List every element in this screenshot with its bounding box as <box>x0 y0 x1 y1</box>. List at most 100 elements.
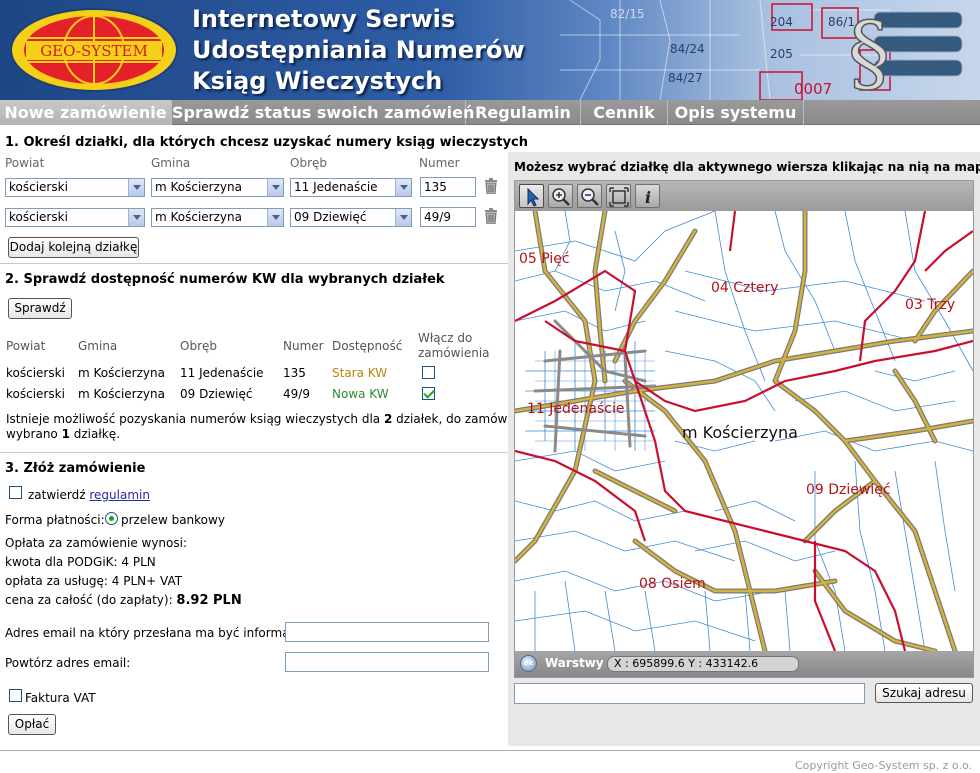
svg-text:§: § <box>848 4 890 96</box>
chevron-down-icon <box>267 209 283 226</box>
numer-input[interactable]: 49/9 <box>420 207 476 227</box>
col-header-powiat: Powiat <box>6 339 46 353</box>
accept-terms-label: zatwierdź regulamin <box>28 488 150 502</box>
regulamin-link[interactable]: regulamin <box>89 488 150 502</box>
precinct-label-03: 03 Trzy <box>905 297 955 313</box>
total-price: cena za całość (do zapłaty): 8.92 PLN <box>5 593 242 608</box>
cell-powiat: kościerski <box>6 366 65 380</box>
gmina-select[interactable]: m Kościerzyna <box>151 208 284 227</box>
cell-numer: 135 <box>283 366 306 380</box>
precinct-label-05: 05 Pięć <box>519 251 570 267</box>
col-header-obreb: Obręb <box>290 156 327 170</box>
include-checkbox[interactable] <box>422 387 435 400</box>
trash-icon[interactable] <box>484 208 498 224</box>
info-icon: i <box>645 188 651 207</box>
cell-obreb: 09 Dziewięć <box>180 387 253 401</box>
tab-order-status[interactable]: Sprawdź status swoich zamówień <box>172 100 474 125</box>
accept-terms-checkbox[interactable] <box>9 486 22 499</box>
include-checkbox[interactable] <box>422 366 435 379</box>
chevron-down-icon <box>267 179 283 196</box>
zoom-in-button[interactable] <box>548 184 573 208</box>
pay-button[interactable]: Opłać <box>8 714 56 735</box>
powiat-select[interactable]: kościerski <box>5 208 145 227</box>
confirm-label: zatwierdź <box>28 488 86 502</box>
select-value: m Kościerzyna <box>155 180 242 194</box>
select-value: 11 Jedenaście <box>294 180 378 194</box>
cell-obreb: 11 Jedenaście <box>180 366 264 380</box>
divider <box>0 263 508 264</box>
pointer-tool-button[interactable] <box>519 184 544 208</box>
col-header-include: zamówienia <box>418 346 490 360</box>
chevron-down-icon <box>395 209 411 226</box>
cell-gmina: m Kościerzyna <box>78 366 165 380</box>
numer-input[interactable]: 135 <box>420 177 476 197</box>
total-label: cena za całość (do zapłaty): <box>5 593 177 607</box>
obreb-select[interactable]: 09 Dziewięć <box>290 208 412 227</box>
info-button[interactable]: i <box>635 184 660 208</box>
summary-count: 1 <box>61 427 70 441</box>
powiat-select[interactable]: kościerski <box>5 178 145 197</box>
copyright-text: Copyright Geo-System sp. z o.o. <box>795 759 972 772</box>
map-hint: Możesz wybrać działkę dla aktywnego wier… <box>514 160 980 174</box>
zoom-out-icon <box>581 188 599 206</box>
gmina-select[interactable]: m Kościerzyna <box>151 178 284 197</box>
full-extent-button[interactable] <box>606 184 631 208</box>
full-extent-icon <box>609 187 629 207</box>
map-panel: Możesz wybrać działkę dla aktywnego wier… <box>508 152 980 746</box>
fee-service: opłata za usługę: 4 PLN+ VAT <box>5 574 183 588</box>
bg-number: 82/15 <box>610 7 645 21</box>
summary-text: Istnieje możliwość pozyskania numerów ks… <box>6 412 384 426</box>
main-nav: Nowe zamówienie Sprawdź status swoich za… <box>0 100 980 125</box>
footer-divider <box>0 750 980 751</box>
tab-cennik[interactable]: Cennik <box>581 100 668 125</box>
email-label: Adres email na który przesłana ma być in… <box>5 626 311 640</box>
zoom-out-button[interactable] <box>577 184 602 208</box>
obreb-select[interactable]: 11 Jedenaście <box>290 178 412 197</box>
email-repeat-label: Powtórz adres email: <box>5 656 131 670</box>
search-address-button[interactable]: Szukaj adresu <box>875 683 973 703</box>
col-header-gmina: Gmina <box>78 339 118 353</box>
col-header-powiat: Powiat <box>5 156 45 170</box>
step3-title: 3. Złóż zamówienie <box>5 461 146 476</box>
col-header-numer: Numer <box>419 156 460 170</box>
page-title: Internetowy Serwis Udostępniania Numerów… <box>192 4 572 97</box>
precinct-label-09: 09 Dziewięć <box>806 482 891 498</box>
tab-system-description[interactable]: Opis systemu <box>668 100 804 125</box>
map-status-bar: ok Warstwy X : 695899.6 Y : 433142.6 <box>515 651 973 677</box>
cell-gmina: m Kościerzyna <box>78 387 165 401</box>
payment-option-label: przelew bankowy <box>121 513 225 527</box>
email-repeat-input[interactable] <box>285 652 489 672</box>
payment-radio[interactable] <box>105 512 118 525</box>
svg-text:i: i <box>645 188 651 207</box>
address-search-input[interactable] <box>514 683 865 704</box>
select-value: 09 Dziewięć <box>294 210 367 224</box>
precinct-label-04: 04 Cztery <box>711 280 779 296</box>
zoom-in-icon <box>552 188 570 206</box>
bg-number: 205 <box>770 47 793 61</box>
col-header-gmina: Gmina <box>151 156 191 170</box>
email-input[interactable] <box>285 622 489 642</box>
precinct-label-08: 08 Osiem <box>639 576 706 592</box>
header-banner: 82/15 84/24 84/27 86/1 204 205 0007 GEO-… <box>0 0 980 100</box>
col-header-numer: Numer <box>283 339 324 353</box>
col-header-availability: Dostępność <box>332 339 403 353</box>
pointer-icon <box>527 187 540 207</box>
check-availability-button[interactable]: Sprawdź <box>8 298 72 319</box>
parcel-map[interactable]: 05 Pięć 04 Cztery 03 Trzy 11 Jedenaście … <box>515 211 973 651</box>
logo-text: GEO-SYSTEM <box>40 42 148 60</box>
tab-new-order[interactable]: Nowe zamówienie <box>0 100 172 125</box>
layers-button[interactable]: Warstwy <box>545 656 604 670</box>
title-line: Udostępniania Numerów <box>192 36 525 64</box>
total-value: 8.92 PLN <box>176 593 242 608</box>
add-parcel-button[interactable]: Dodaj kolejną działkę <box>8 237 139 258</box>
title-line: Ksiąg Wieczystych <box>192 67 443 95</box>
map-toolbar: i <box>515 181 973 211</box>
select-value: m Kościerzyna <box>155 210 242 224</box>
paragraph-emblem-icon: § <box>847 3 963 96</box>
bg-number: 0007 <box>794 80 832 98</box>
vat-invoice-checkbox[interactable] <box>9 689 22 702</box>
trash-icon[interactable] <box>484 178 498 194</box>
cell-numer: 49/9 <box>283 387 310 401</box>
tab-regulamin[interactable]: Regulamin <box>466 100 581 125</box>
ok-button[interactable]: ok <box>520 655 537 672</box>
